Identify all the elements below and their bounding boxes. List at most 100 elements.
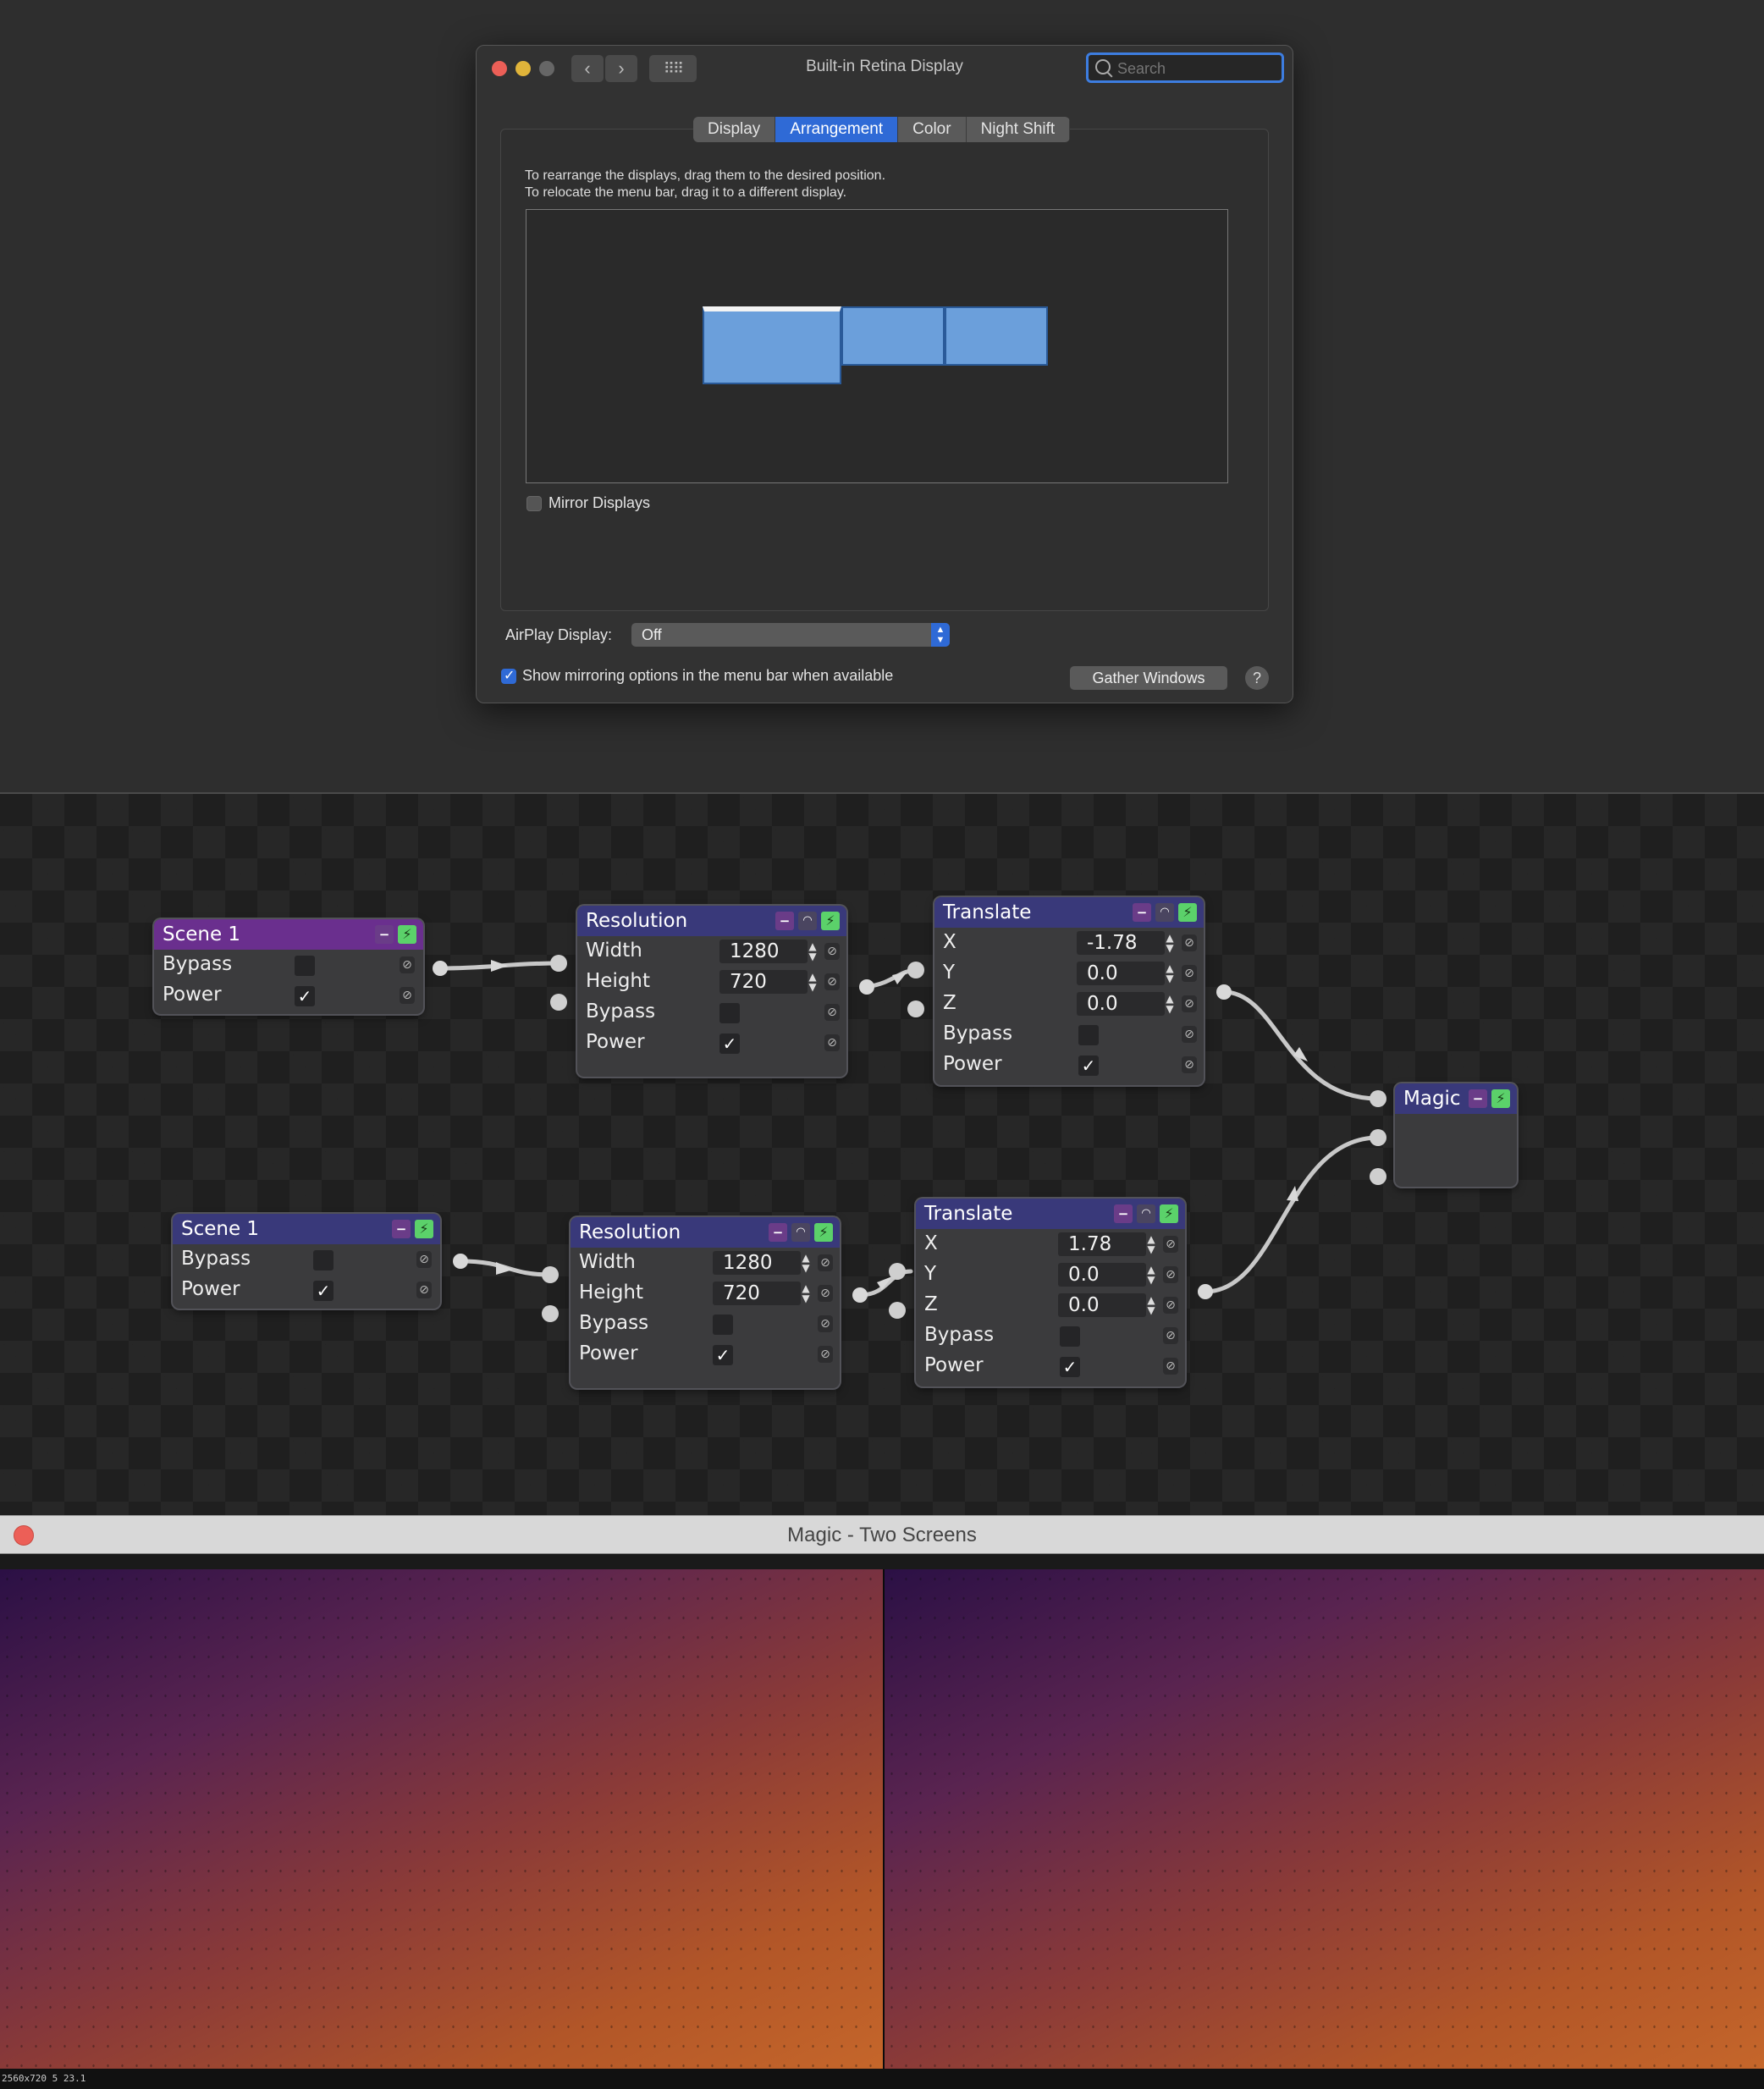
display-main-with-menubar[interactable] [703,306,841,384]
display-secondary[interactable] [841,306,945,366]
link-icon[interactable]: ⊘ [400,956,415,973]
link-icon[interactable]: ⊘ [416,1251,432,1268]
input-port[interactable] [550,994,567,1011]
link-icon[interactable]: ⊘ [400,987,415,1004]
node-header[interactable]: Resolution − ◠ ⚡ [577,906,846,936]
airplay-display-select[interactable]: Off ▲ ▼ [631,623,950,647]
minimize-node-icon[interactable]: − [769,1223,787,1242]
z-field[interactable]: 0.0 [1058,1293,1146,1317]
power-checkbox[interactable]: ✓ [313,1281,334,1301]
resolution-node-bottom[interactable]: Resolution − ◠ ⚡ Width 1280 ▲ ▼ ⊘ Height … [571,1217,840,1388]
tab-arrangement[interactable]: Arrangement [775,117,899,142]
stepper-icon[interactable]: ▲ ▼ [1144,1295,1158,1317]
link-icon[interactable]: ⊘ [1182,965,1197,982]
link-icon[interactable]: ⊘ [1163,1327,1178,1344]
bypass-checkbox[interactable] [1060,1326,1080,1347]
width-field[interactable]: 1280 [719,940,808,963]
stepper-icon[interactable]: ▲ ▼ [1163,933,1177,955]
power-icon[interactable]: ⚡ [1178,903,1197,922]
show-mirroring-checkbox[interactable] [501,667,516,684]
scene-node-top[interactable]: Scene 1 − ⚡ Bypass ⊘ Power ✓ ⊘ [154,919,423,1014]
z-field[interactable]: 0.0 [1077,992,1165,1016]
link-icon[interactable]: ⊘ [1182,934,1197,951]
width-field[interactable]: 1280 [713,1251,801,1275]
tab-color[interactable]: Color [898,117,967,142]
minimize-node-icon[interactable]: − [1469,1089,1487,1108]
tab-display[interactable]: Display [693,117,776,142]
power-checkbox[interactable]: ✓ [295,986,315,1006]
power-checkbox[interactable]: ✓ [713,1345,733,1365]
bypass-checkbox[interactable] [713,1315,733,1335]
bypass-checkbox[interactable] [1078,1025,1099,1045]
link-icon[interactable]: ⊘ [818,1315,833,1332]
link-icon[interactable]: ⊘ [1182,995,1197,1012]
node-header[interactable]: Resolution − ◠ ⚡ [571,1217,840,1248]
power-icon[interactable]: ⚡ [398,925,416,944]
scene-node-bottom[interactable]: Scene 1 − ⚡ Bypass ⊘ Power ✓ ⊘ [173,1214,440,1309]
link-icon[interactable]: ⊘ [1163,1358,1178,1375]
link-icon[interactable]: ⊘ [824,973,840,990]
link-icon[interactable]: ⊘ [818,1254,833,1271]
node-header[interactable]: Scene 1 − ⚡ [173,1214,440,1244]
magic-node[interactable]: Magic − ⚡ [1395,1083,1517,1187]
mirror-displays-checkbox[interactable] [526,496,542,511]
translate-node-top[interactable]: Translate − ◠ ⚡ X -1.78 ▲ ▼ ⊘ Y 0.0 ▲ ▼ ⊘ … [934,897,1204,1085]
bypass-checkbox[interactable] [313,1250,334,1270]
input-port[interactable] [542,1266,559,1283]
bypass-checkbox[interactable] [719,1003,740,1023]
x-field[interactable]: 1.78 [1058,1232,1146,1256]
power-checkbox[interactable]: ✓ [1060,1357,1080,1377]
link-icon[interactable]: ⊘ [824,943,840,960]
eye-icon[interactable]: ◠ [1137,1204,1155,1223]
display-tertiary[interactable] [945,306,1048,366]
link-icon[interactable]: ⊘ [824,1034,840,1051]
input-port[interactable] [550,955,567,972]
power-icon[interactable]: ⚡ [1491,1089,1510,1108]
power-icon[interactable]: ⚡ [415,1220,433,1238]
bypass-checkbox[interactable] [295,956,315,976]
height-field[interactable]: 720 [713,1282,801,1305]
input-port[interactable] [907,1000,924,1017]
link-icon[interactable]: ⊘ [1163,1266,1178,1283]
help-button[interactable]: ? [1245,666,1269,690]
height-field[interactable]: 720 [719,970,808,994]
minimize-node-icon[interactable]: − [775,912,794,930]
input-port[interactable] [889,1302,906,1319]
search-field[interactable] [1086,52,1284,83]
y-field[interactable]: 0.0 [1077,962,1165,985]
link-icon[interactable]: ⊘ [818,1285,833,1302]
link-icon[interactable]: ⊘ [1182,1056,1197,1073]
minimize-node-icon[interactable]: − [1133,903,1151,922]
tab-night-shift[interactable]: Night Shift [966,117,1071,142]
input-port[interactable] [1370,1129,1386,1146]
minimize-node-icon[interactable]: − [375,925,394,944]
power-icon[interactable]: ⚡ [814,1223,833,1242]
input-port[interactable] [1370,1168,1386,1185]
link-icon[interactable]: ⊘ [1163,1236,1178,1253]
stepper-icon[interactable]: ▲ ▼ [1144,1234,1158,1256]
power-icon[interactable]: ⚡ [821,912,840,930]
node-header[interactable]: Translate − ◠ ⚡ [916,1199,1185,1229]
translate-node-bottom[interactable]: Translate − ◠ ⚡ X 1.78 ▲ ▼ ⊘ Y 0.0 ▲ ▼ ⊘ Z… [916,1199,1185,1386]
stepper-icon[interactable]: ▲ ▼ [1163,963,1177,985]
power-icon[interactable]: ⚡ [1160,1204,1178,1223]
link-icon[interactable]: ⊘ [818,1346,833,1363]
eye-icon[interactable]: ◠ [798,912,817,930]
link-icon[interactable]: ⊘ [416,1282,432,1298]
gather-windows-button[interactable]: Gather Windows [1070,666,1227,690]
input-port[interactable] [907,962,924,978]
link-icon[interactable]: ⊘ [824,1004,840,1021]
node-header[interactable]: Magic − ⚡ [1395,1083,1517,1114]
x-field[interactable]: -1.78 [1077,931,1165,955]
input-port[interactable] [889,1263,906,1280]
stepper-icon[interactable]: ▲ ▼ [806,972,819,994]
resolution-node-top[interactable]: Resolution − ◠ ⚡ Width 1280 ▲ ▼ ⊘ Height … [577,906,846,1077]
input-port[interactable] [542,1305,559,1322]
power-checkbox[interactable]: ✓ [719,1033,740,1054]
node-header[interactable]: Scene 1 − ⚡ [154,919,423,950]
stepper-icon[interactable]: ▲ ▼ [806,941,819,963]
eye-icon[interactable]: ◠ [1155,903,1174,922]
node-editor-canvas[interactable]: Scene 1 − ⚡ Bypass ⊘ Power ✓ ⊘ Resolutio… [0,794,1764,1515]
eye-icon[interactable]: ◠ [791,1223,810,1242]
stepper-icon[interactable]: ▲ ▼ [1163,994,1177,1016]
